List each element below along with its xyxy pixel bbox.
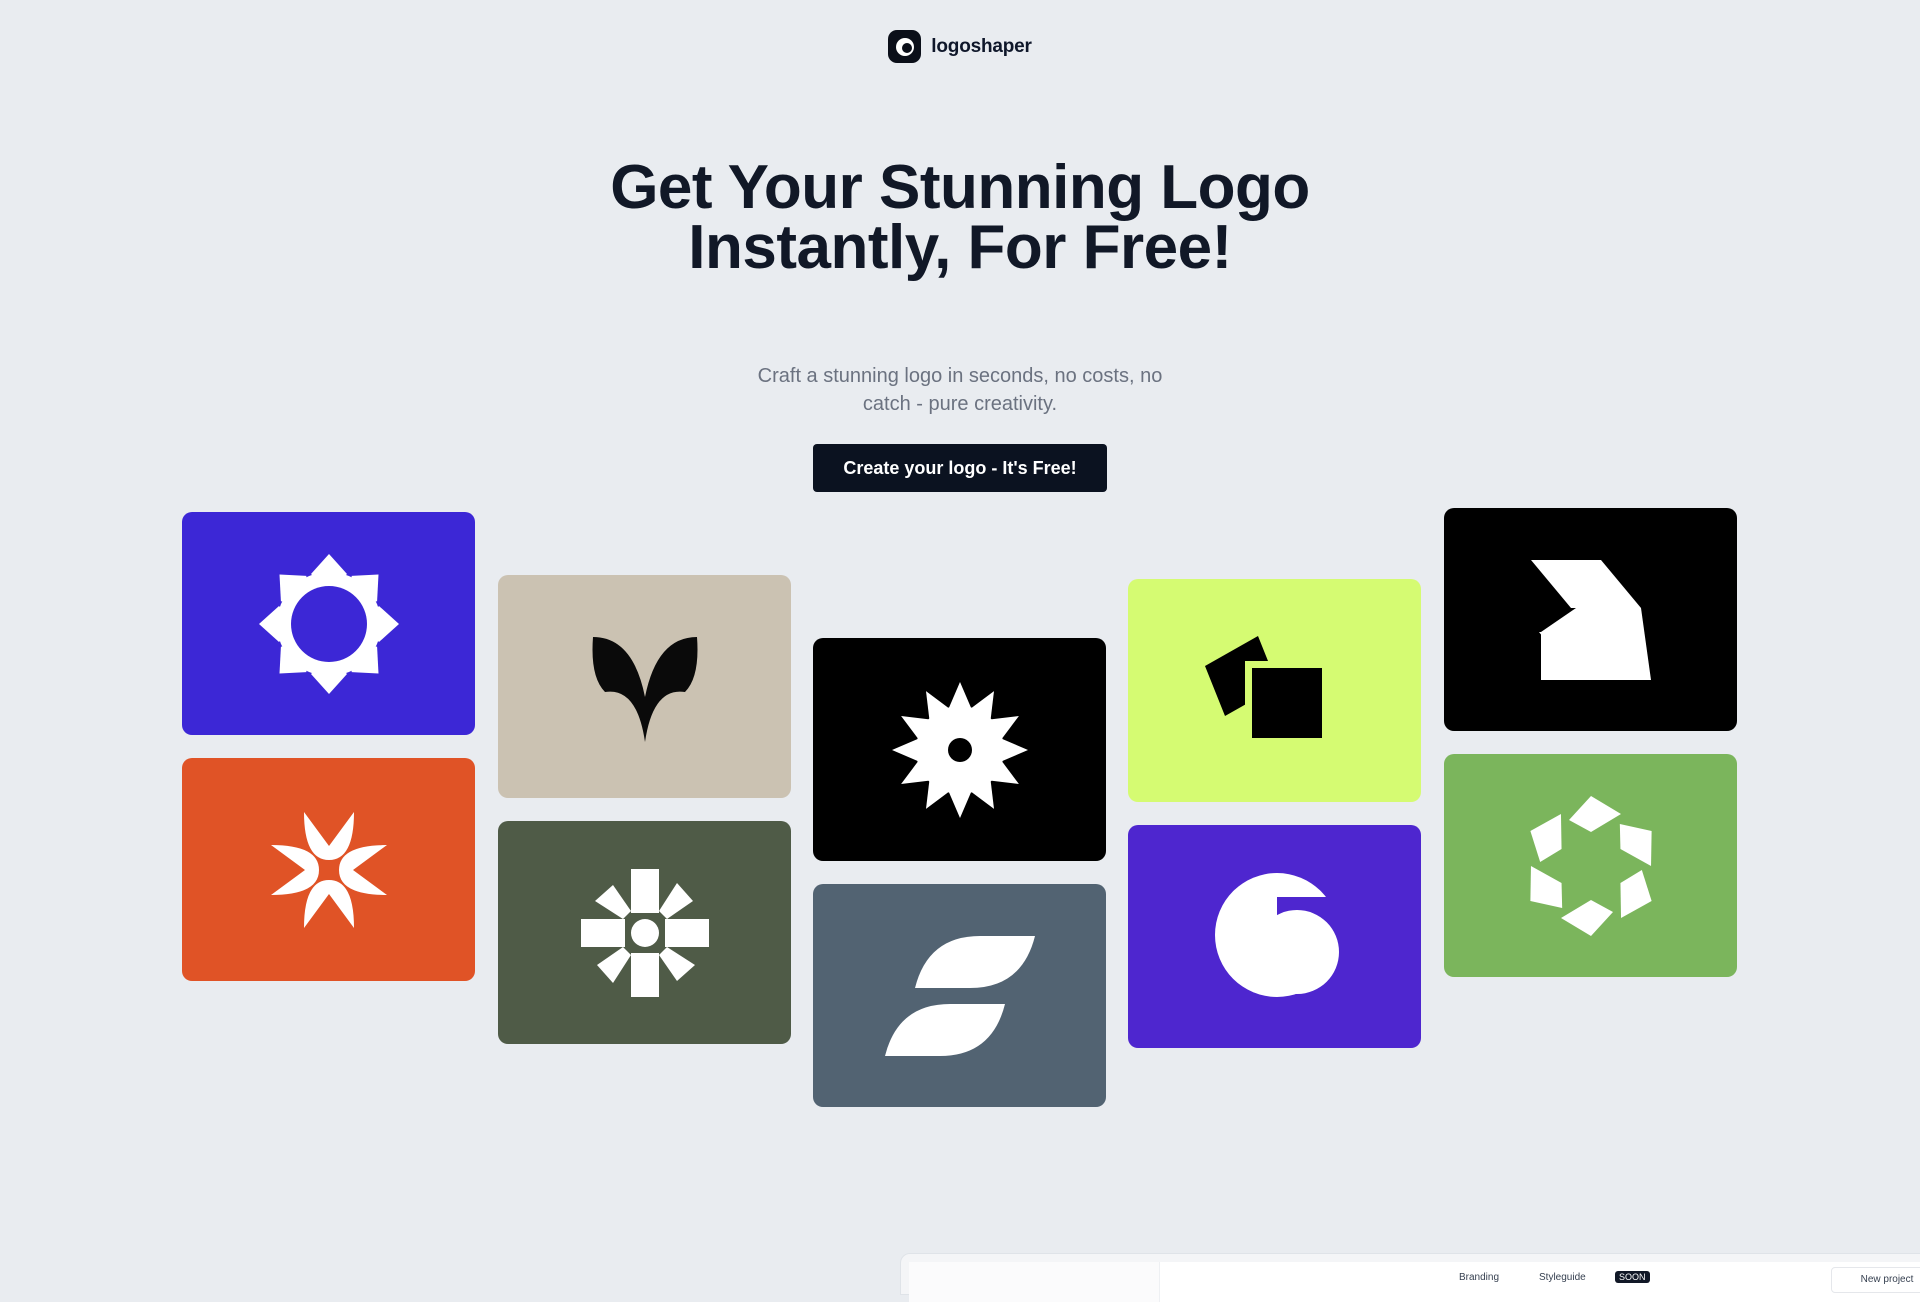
logo-tile-double-swoosh[interactable] <box>813 884 1106 1107</box>
sun-gear-icon <box>891 681 1028 818</box>
stacked-squares-icon <box>1204 635 1322 738</box>
site-header: logoshaper <box>0 30 1920 63</box>
app-preview-window: Branding Styleguide SOON New project <box>909 1262 1920 1302</box>
app-preview-soon-badge: SOON <box>1615 1271 1650 1283</box>
app-preview-new-project-button[interactable]: New project <box>1831 1267 1920 1293</box>
brand-name[interactable]: logoshaper <box>931 36 1032 58</box>
logo-tile-stacked-squares[interactable] <box>1128 579 1421 802</box>
logo-tile-sun-gear[interactable] <box>813 638 1106 861</box>
logo-tile-circle-cutout[interactable] <box>1128 825 1421 1048</box>
logo-tile-flower-ring[interactable] <box>182 512 475 735</box>
logo-tile-hex-spiral[interactable] <box>1444 754 1737 977</box>
hex-spiral-icon <box>1529 795 1652 936</box>
cross-burst-icon <box>580 868 709 997</box>
logo-tile-cross-burst[interactable] <box>498 821 791 1044</box>
flower-ring-icon <box>258 553 399 694</box>
circle-cutout-icon <box>1214 872 1347 997</box>
logo-tile-zigzag-z[interactable] <box>1444 508 1737 731</box>
pinwheel-x-icon <box>270 811 387 928</box>
logoshaper-mark-icon[interactable] <box>888 30 922 63</box>
app-preview-nav-styleguide[interactable]: Styleguide <box>1539 1272 1586 1283</box>
app-preview: Branding Styleguide SOON New project <box>900 1253 1920 1302</box>
zigzag-z-icon <box>1530 559 1651 680</box>
double-swoosh-icon <box>884 935 1035 1056</box>
create-logo-button[interactable]: Create your logo - It's Free! <box>813 444 1107 492</box>
app-preview-nav-branding[interactable]: Branding <box>1459 1272 1499 1283</box>
leaf-tulip-icon <box>592 636 697 742</box>
logo-tile-leaf-tulip[interactable] <box>498 575 791 798</box>
hero-subtitle: Craft a stunning logo in seconds, no cos… <box>757 365 1163 415</box>
app-preview-sidebar <box>909 1262 1160 1302</box>
hero-title: Get Your Stunning Logo Instantly, For Fr… <box>610 153 1310 282</box>
logo-tile-pinwheel-x[interactable] <box>182 758 475 981</box>
